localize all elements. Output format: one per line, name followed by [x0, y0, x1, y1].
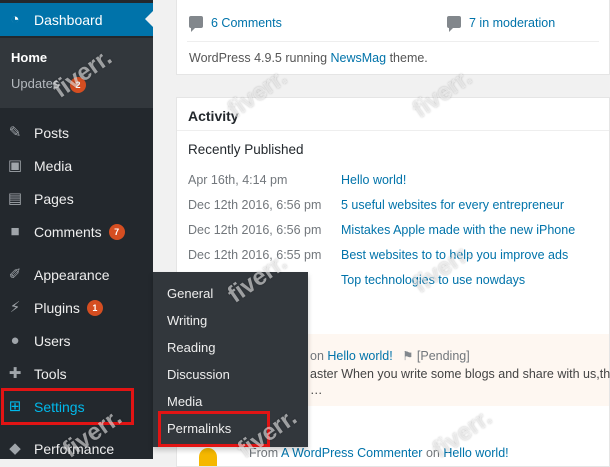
comment-from-text: From — [249, 446, 279, 460]
comment-status: [Pending] — [416, 349, 470, 363]
user-icon: ● — [10, 332, 20, 349]
comments-count-link[interactable]: 6 Comments — [211, 16, 282, 30]
activity-title-divider — [177, 130, 609, 131]
settings-sliders-icon: ⊞ — [8, 398, 22, 415]
comment-author-link[interactable]: A WordPress Commenter — [281, 446, 422, 460]
flyout-writing[interactable]: Writing — [167, 313, 207, 328]
flyout-permalinks[interactable]: Permalinks — [167, 421, 231, 436]
menu-pages-label: Pages — [34, 190, 74, 207]
post-date: Dec 12th 2016, 6:55 pm — [188, 248, 322, 262]
divider — [187, 41, 599, 42]
menu-appearance-label: Appearance — [34, 266, 110, 283]
menu-comments-label: Comments — [34, 223, 102, 240]
menu-settings-label: Settings — [34, 398, 85, 415]
current-menu-arrow — [145, 11, 153, 27]
menu-users-label: Users — [34, 332, 71, 349]
menu-settings[interactable]: ⊞ Settings — [0, 390, 153, 423]
pushpin-icon: ✎ — [8, 124, 22, 141]
menu-tools[interactable]: ✚ Tools — [0, 357, 153, 390]
pages-icon: ▤ — [7, 190, 23, 207]
comment-on-text: on — [425, 446, 440, 460]
menu-users[interactable]: ● Users — [0, 324, 153, 357]
menu-posts-label: Posts — [34, 124, 70, 141]
menu-performance-label: Performance — [34, 440, 115, 457]
comment-post-link[interactable]: Hello world! — [327, 349, 392, 363]
post-title-link[interactable]: Top technologies to use nowdays — [341, 273, 525, 287]
menu-posts[interactable]: ✎ Posts — [0, 116, 153, 149]
updates-count-badge: 2 — [70, 77, 87, 93]
flyout-discussion[interactable]: Discussion — [167, 367, 230, 382]
wrench-icon: ✚ — [8, 365, 22, 382]
comments-count-row: 6 Comments — [189, 16, 282, 32]
menu-appearance[interactable]: ✐ Appearance — [0, 258, 153, 291]
moderation-comments-icon — [447, 16, 461, 32]
moderation-link[interactable]: 7 in moderation — [469, 16, 555, 30]
plugins-count-badge: 1 — [86, 299, 103, 316]
menu-pages[interactable]: ▤ Pages — [0, 182, 153, 215]
version-text-end: theme. — [386, 51, 428, 65]
settings-flyout-menu: General Writing Reading Discussion Media… — [153, 272, 308, 447]
at-a-glance-panel: 6 Comments 7 in moderation WordPress 4.9… — [176, 0, 610, 75]
flyout-reading[interactable]: Reading — [167, 340, 215, 355]
version-text: WordPress 4.9.5 running — [189, 51, 331, 65]
post-date: Dec 12th 2016, 6:56 pm — [188, 198, 322, 212]
menu-plugins[interactable]: ⚡ Plugins 1 — [0, 291, 153, 324]
recently-published-heading: Recently Published — [188, 142, 304, 157]
theme-link[interactable]: NewsMag — [331, 51, 387, 65]
performance-icon: ◆ — [9, 440, 21, 457]
dashboard-submenu: Home Updates 2 — [0, 38, 153, 108]
menu-media-label: Media — [34, 157, 73, 174]
flyout-general[interactable]: General — [167, 286, 213, 301]
post-title-link[interactable]: Best websites to to help you improve ads — [341, 248, 568, 262]
media-icon: ▣ — [7, 157, 23, 174]
flyout-media[interactable]: Media — [167, 394, 202, 409]
post-date: Apr 16th, 4:14 pm — [188, 173, 288, 187]
comment-bubble-icon: ■ — [10, 223, 20, 240]
comment-on-text: on — [310, 349, 324, 363]
comment-ellipsis: … — [310, 383, 323, 397]
menu-performance[interactable]: ◆ Performance — [0, 432, 153, 465]
post-date: Dec 12th 2016, 6:56 pm — [188, 223, 322, 237]
paintbrush-icon: ✐ — [8, 266, 22, 283]
activity-title: Activity — [188, 108, 239, 124]
comment-excerpt: aster When you write some blogs and shar… — [310, 367, 610, 381]
post-title-link[interactable]: Mistakes Apple made with the new iPhone — [341, 223, 575, 237]
moderation-row: 7 in moderation — [447, 16, 555, 32]
comments-icon — [189, 16, 203, 32]
menu-comments[interactable]: ■ Comments 7 — [0, 215, 153, 248]
commenter-avatar — [199, 448, 217, 466]
flag-icon: ⚑ — [402, 349, 414, 363]
plug-icon: ⚡ — [9, 299, 21, 316]
menu-dashboard[interactable]: ◔ Dashboard — [0, 3, 153, 36]
submenu-home[interactable]: Home — [11, 50, 47, 65]
admin-sidebar: ◔ Dashboard Home Updates 2 ✎ Posts ▣ Med… — [0, 0, 153, 459]
wordpress-version-text: WordPress 4.9.5 running NewsMag theme. — [189, 51, 428, 65]
submenu-updates[interactable]: Updates 2 — [11, 76, 87, 93]
menu-media[interactable]: ▣ Media — [0, 149, 153, 182]
submenu-updates-label: Updates — [11, 76, 60, 91]
comment-meta: on Hello world! ⚑ [Pending] — [310, 348, 470, 363]
menu-tools-label: Tools — [34, 365, 67, 382]
menu-plugins-label: Plugins — [34, 299, 80, 316]
comments-count-badge: 7 — [108, 223, 125, 240]
post-title-link[interactable]: Hello world! — [341, 173, 406, 187]
post-title-link[interactable]: 5 useful websites for every entrepreneur — [341, 198, 564, 212]
menu-dashboard-label: Dashboard — [34, 11, 103, 28]
comment-post-link[interactable]: Hello world! — [443, 446, 508, 460]
dashboard-icon: ◔ — [10, 11, 20, 28]
comment-meta: From A WordPress Commenter on Hello worl… — [249, 446, 509, 460]
